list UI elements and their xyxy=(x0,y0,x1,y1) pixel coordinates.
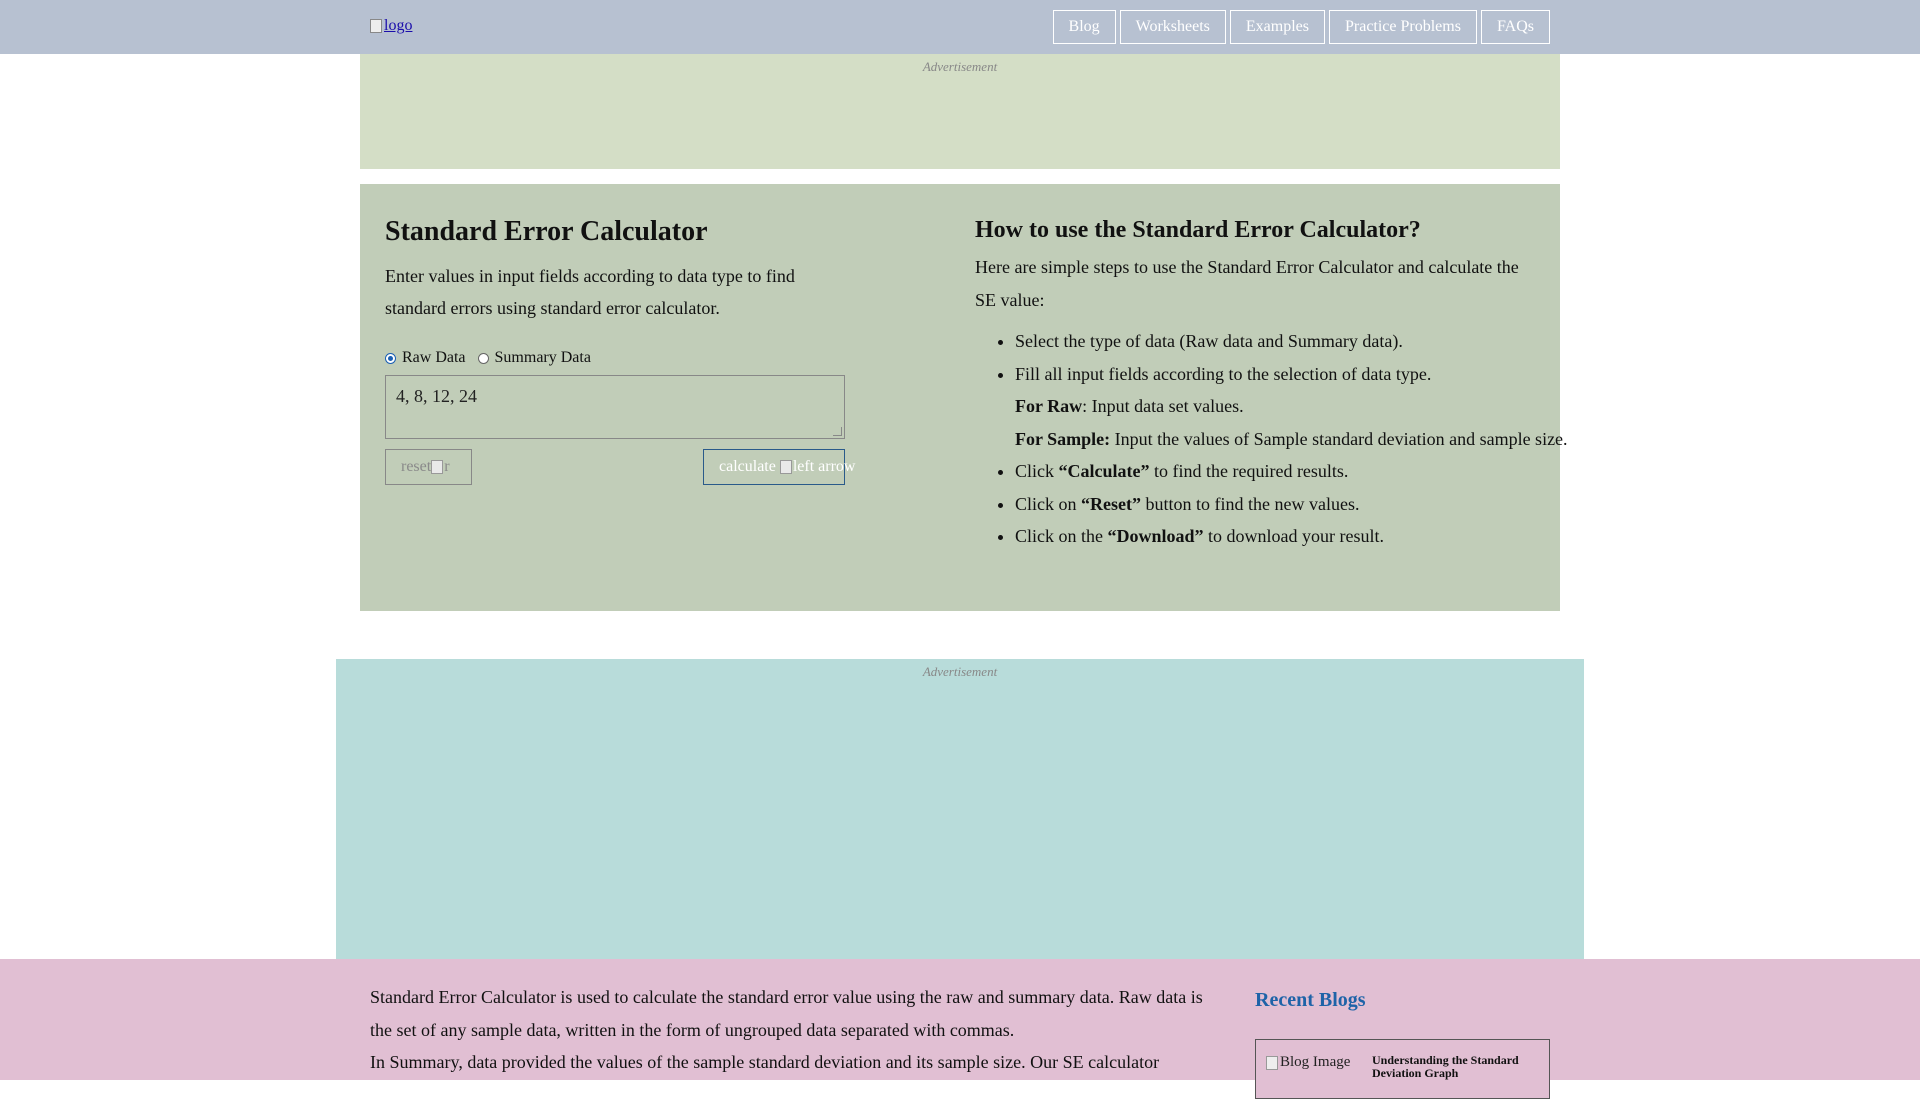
nav-faqs[interactable]: FAQs xyxy=(1480,10,1550,44)
main-nav: Blog Worksheets Examples Practice Proble… xyxy=(1052,10,1550,44)
calculator-description: Enter values in input fields according t… xyxy=(385,266,795,318)
calculator-title: Standard Error Calculator xyxy=(385,216,708,247)
howto-step-1: Select the type of data (Raw data and Su… xyxy=(1015,325,1575,358)
advertisement-banner-top[interactable]: Advertisement xyxy=(360,54,1560,169)
radio-raw-data[interactable]: Raw Data xyxy=(385,349,466,367)
step3-post: to find the required results. xyxy=(1149,461,1349,481)
sample-text: Input the values of Sample standard devi… xyxy=(1110,428,1568,449)
blog-title[interactable]: Understanding the Standard Deviation Gra… xyxy=(1372,1054,1542,1080)
howto-step-5: Click on the “Download” to download your… xyxy=(1015,520,1575,553)
advertisement-label: Advertisement xyxy=(922,59,998,74)
step3-pre: Click xyxy=(1015,461,1059,481)
howto-step-4: Click on “Reset” button to find the new … xyxy=(1015,488,1575,521)
step4-pre: Click on xyxy=(1015,493,1081,514)
step4-bold: “Reset” xyxy=(1081,493,1141,514)
broken-image-icon xyxy=(1266,1055,1278,1070)
advertisement-banner-middle[interactable]: Advertisement xyxy=(336,659,1584,959)
calculator-panel: Standard Error Calculator Enter values i… xyxy=(360,184,1568,611)
radio-checked-icon[interactable] xyxy=(385,352,396,364)
raw-text: : Input data set values. xyxy=(1082,396,1244,416)
resize-handle-icon[interactable] xyxy=(833,427,842,436)
step3-bold: “Calculate” xyxy=(1058,461,1150,481)
top-navbar: logo Blog Worksheets Examples Practice P… xyxy=(0,0,1920,54)
left-arrow-icon xyxy=(779,460,792,474)
howto-title: How to use the Standard Error Calculator… xyxy=(975,217,1421,243)
reset-icon xyxy=(431,460,444,474)
raw-data-input[interactable]: 4, 8, 12, 24 xyxy=(385,375,845,439)
article-paragraph-1: Standard Error Calculator is used to cal… xyxy=(370,987,1203,1040)
recent-blogs-title: Recent Blogs xyxy=(1255,989,1366,1011)
calculate-button[interactable]: calculate left arrow xyxy=(703,449,855,485)
reset-button-label: reset xyxy=(401,458,432,475)
radio-summary-data-label: Summary Data xyxy=(494,349,591,366)
step4-post: button to find the new values. xyxy=(1140,493,1360,514)
raw-data-input-value: 4, 8, 12, 24 xyxy=(396,386,477,406)
step5-bold: “Download” xyxy=(1107,526,1204,546)
howto-step-3: Click “Calculate” to find the required r… xyxy=(1015,455,1575,488)
reset-icon-alt: r xyxy=(444,458,450,475)
article-section: Standard Error Calculator is used to cal… xyxy=(0,959,1920,1099)
data-type-selector: Raw Data Summary Data xyxy=(385,349,603,367)
article-paragraph-2: In Summary, data provided the values of … xyxy=(370,1052,1160,1072)
howto-step-2: Fill all input fields according to the s… xyxy=(1015,358,1575,456)
radio-summary-data[interactable]: Summary Data xyxy=(477,349,591,367)
radio-raw-data-label: Raw Data xyxy=(402,349,466,366)
nav-examples[interactable]: Examples xyxy=(1229,10,1325,44)
calculate-button-label: calculate xyxy=(719,458,776,475)
logo-alt-text: logo xyxy=(384,17,413,34)
radio-unchecked-icon[interactable] xyxy=(477,352,489,364)
nav-blog[interactable]: Blog xyxy=(1052,10,1116,44)
reset-button[interactable]: reset r xyxy=(385,449,472,485)
step5-pre: Click on the xyxy=(1015,526,1108,546)
calculate-icon-alt: left arrow xyxy=(792,458,856,475)
howto-step-2-text: Fill all input fields according to the s… xyxy=(1015,363,1432,384)
raw-label: For Raw xyxy=(1015,396,1083,416)
nav-worksheets[interactable]: Worksheets xyxy=(1119,10,1226,44)
howto-intro: Here are simple steps to use the Standar… xyxy=(975,257,1519,310)
howto-steps: Select the type of data (Raw data and Su… xyxy=(975,325,1575,553)
sample-label: For Sample: xyxy=(1015,428,1111,449)
nav-practice-problems[interactable]: Practice Problems xyxy=(1328,10,1477,44)
site-logo[interactable]: logo xyxy=(370,17,412,35)
advertisement-label: Advertisement xyxy=(922,664,998,679)
blog-card[interactable]: Blog Image Understanding the Standard De… xyxy=(1255,1039,1550,1099)
article-body: Standard Error Calculator is used to cal… xyxy=(370,981,1210,1079)
blog-image[interactable]: Blog Image xyxy=(1266,1054,1350,1071)
step5-post: to download your result. xyxy=(1203,526,1385,546)
broken-image-icon xyxy=(370,19,382,33)
blog-image-alt: Blog Image xyxy=(1280,1054,1351,1070)
